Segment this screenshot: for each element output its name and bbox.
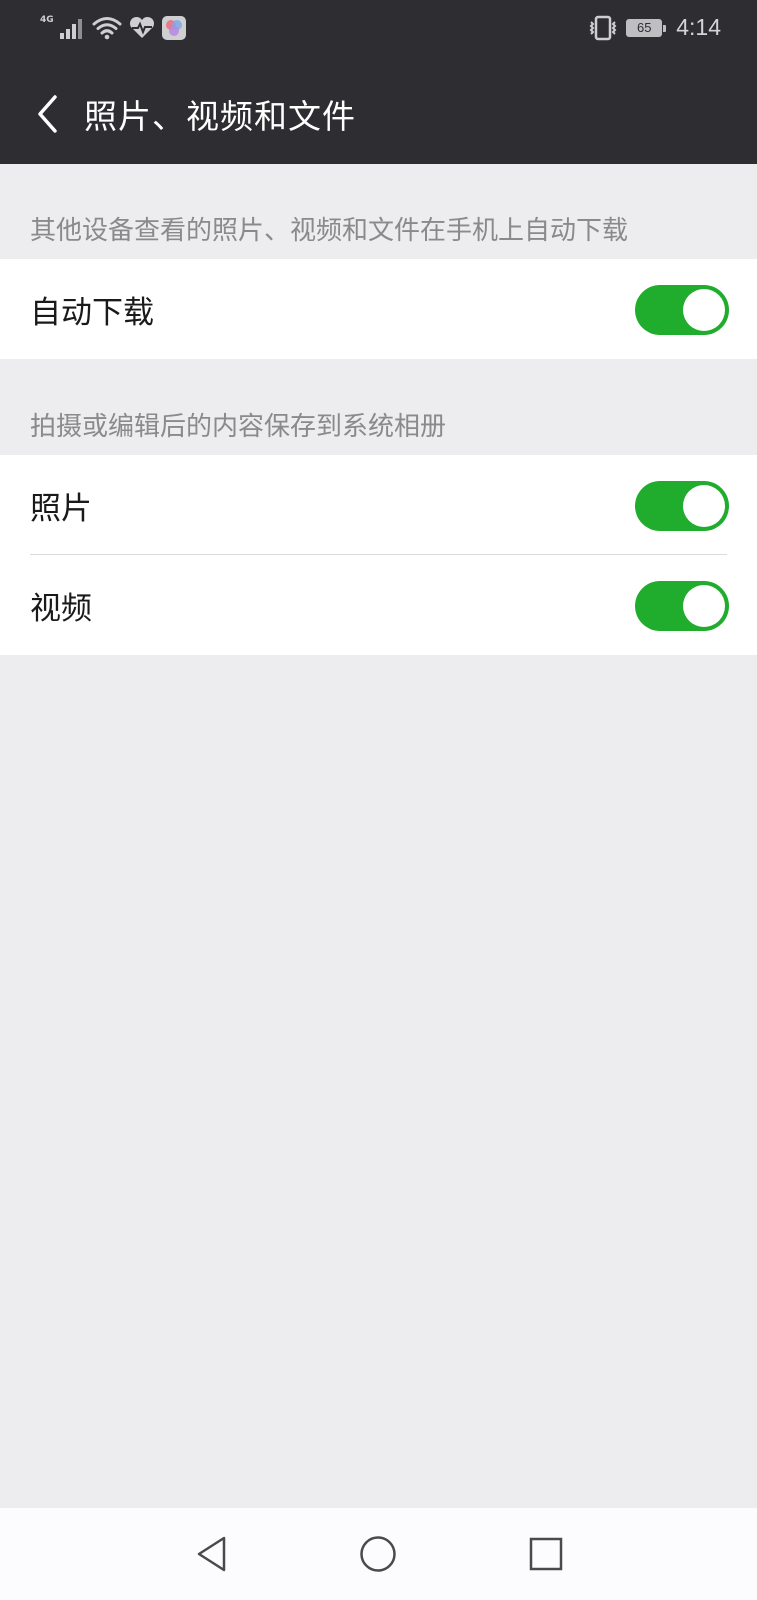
chevron-left-icon — [38, 95, 57, 133]
circle-home-icon — [360, 1536, 396, 1572]
photos-toggle[interactable] — [635, 481, 729, 531]
system-nav-bar — [0, 1508, 757, 1600]
page-title: 照片、视频和文件 — [84, 97, 356, 136]
battery-indicator: 65 — [626, 18, 667, 37]
network-type-label: 4G — [40, 15, 54, 25]
setting-label-auto-download: 自动下载 — [30, 294, 154, 331]
setting-row-videos: 视频 — [0, 555, 757, 655]
toggle-knob — [683, 289, 725, 331]
square-recent-icon — [529, 1537, 563, 1571]
system-recent-button[interactable] — [522, 1530, 570, 1578]
status-left-icons: 4G — [40, 15, 186, 40]
nav-bar: 照片、视频和文件 — [0, 64, 757, 164]
section-header-save-to-album: 拍摄或编辑后的内容保存到系统相册 — [30, 412, 447, 442]
status-bar: 4G 65 4:14 — [0, 0, 757, 64]
triangle-back-icon — [197, 1536, 226, 1572]
system-back-button[interactable] — [187, 1530, 235, 1578]
setting-row-auto-download: 自动下载 — [0, 259, 757, 359]
settings-group-save-to-album: 照片 视频 — [0, 455, 757, 655]
app-badge-icon — [161, 16, 186, 40]
section-header-auto-download: 其他设备查看的照片、视频和文件在手机上自动下载 — [30, 216, 629, 246]
toggle-knob — [683, 585, 725, 627]
status-right-icons: 65 4:14 — [588, 14, 721, 41]
videos-toggle[interactable] — [635, 581, 729, 631]
auto-download-toggle[interactable] — [635, 285, 729, 335]
heart-pulse-icon — [129, 16, 154, 38]
vibrate-icon — [589, 15, 617, 40]
settings-group-auto-download: 自动下载 — [0, 259, 757, 359]
setting-label-videos: 视频 — [30, 590, 92, 627]
system-home-button[interactable] — [354, 1530, 402, 1578]
wifi-icon — [92, 17, 122, 40]
setting-row-photos: 照片 — [0, 455, 757, 555]
toggle-knob — [683, 485, 725, 527]
status-time: 4:14 — [676, 14, 721, 40]
signal-icon — [59, 19, 82, 39]
setting-label-photos: 照片 — [30, 490, 92, 527]
back-button[interactable] — [22, 86, 74, 142]
battery-level: 65 — [637, 20, 652, 35]
